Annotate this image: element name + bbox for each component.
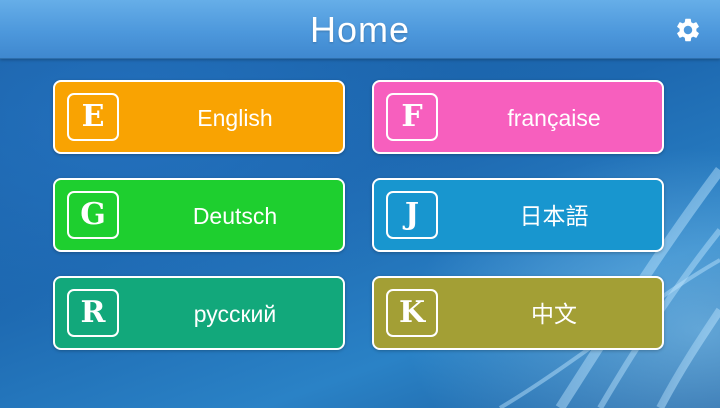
language-label: русский (193, 301, 277, 327)
language-tile-japanese[interactable]: J 日本語 (372, 178, 664, 252)
language-tile-russian[interactable]: R русский (53, 276, 345, 350)
language-label: 中文 (531, 301, 577, 327)
language-label: Deutsch (192, 203, 278, 229)
language-label: 日本語 (519, 203, 589, 229)
letter-badge: G (67, 191, 119, 239)
language-tile-chinese[interactable]: K 中文 (372, 276, 664, 350)
page-title: Home (309, 9, 411, 50)
language-label: française (507, 105, 601, 131)
gear-icon[interactable] (674, 16, 702, 44)
letter-badge: F (386, 93, 438, 141)
letter-badge: E (67, 93, 119, 141)
letter-badge: K (386, 289, 438, 337)
language-tile-english[interactable]: E English (53, 80, 345, 154)
language-tile-french[interactable]: F française (372, 80, 664, 154)
letter-badge: R (67, 289, 119, 337)
letter-badge: J (386, 191, 438, 239)
language-tile-german[interactable]: G Deutsch (53, 178, 345, 252)
language-label: English (197, 105, 273, 131)
